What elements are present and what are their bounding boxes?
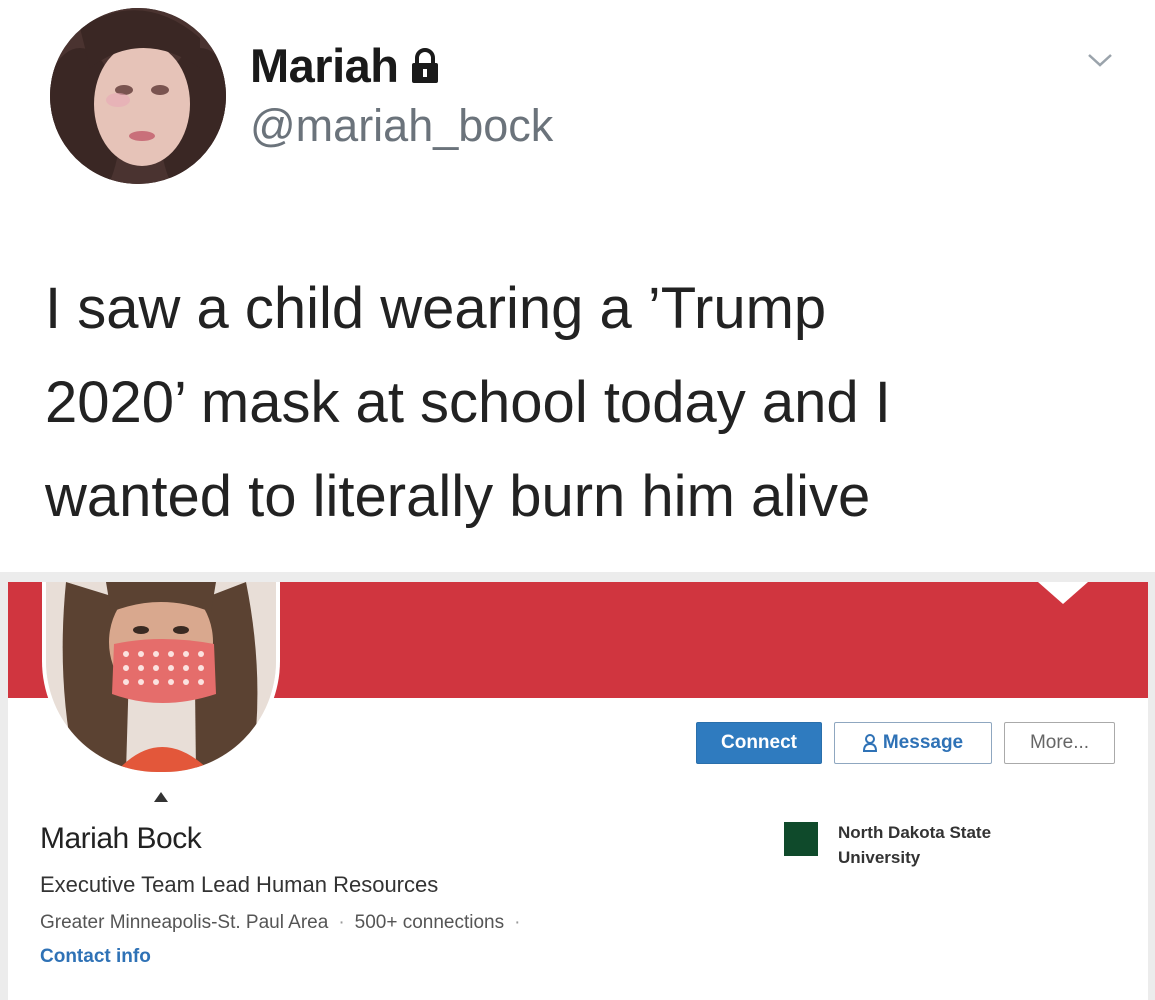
contact-info-link[interactable]: Contact info [40,946,151,968]
profile-headline: Executive Team Lead Human Resources [40,872,439,897]
tweet-text: I saw a child wearing a ’Trump 2020’ mas… [45,276,891,529]
profile-connections[interactable]: 500+ connections [355,912,504,934]
caret-up-icon [154,792,168,802]
chevron-down-icon[interactable] [1086,50,1114,70]
display-name[interactable]: Mariah [250,38,441,93]
school-name[interactable]: North Dakota State University [838,820,1058,870]
profile-photo[interactable] [42,582,280,776]
connect-button[interactable]: Connect [696,722,822,764]
lock-icon [411,47,438,83]
more-button[interactable]: More... [1004,722,1115,764]
tweet-card: Mariah @mariah_bock I saw a child wearin… [0,0,1155,572]
user-handle[interactable]: @mariah_bock [250,100,553,152]
linkedin-profile-card: Connect Message More... Mariah Bock Exec… [8,582,1148,1000]
separator-dot: · [338,912,345,933]
chevron-down-icon [1038,582,1088,604]
profile-meta: Greater Minneapolis-St. Paul Area · 500+… [40,912,520,934]
separator-dot: · [514,912,521,933]
person-icon [862,734,877,752]
school-logo[interactable] [784,822,818,856]
message-button[interactable]: Message [834,722,992,764]
display-name-text[interactable]: Mariah [250,38,399,93]
profile-name: Mariah Bock [40,822,202,855]
profile-location: Greater Minneapolis-St. Paul Area [40,912,329,933]
message-button-label: Message [882,732,964,753]
tweet-avatar[interactable] [50,8,226,184]
